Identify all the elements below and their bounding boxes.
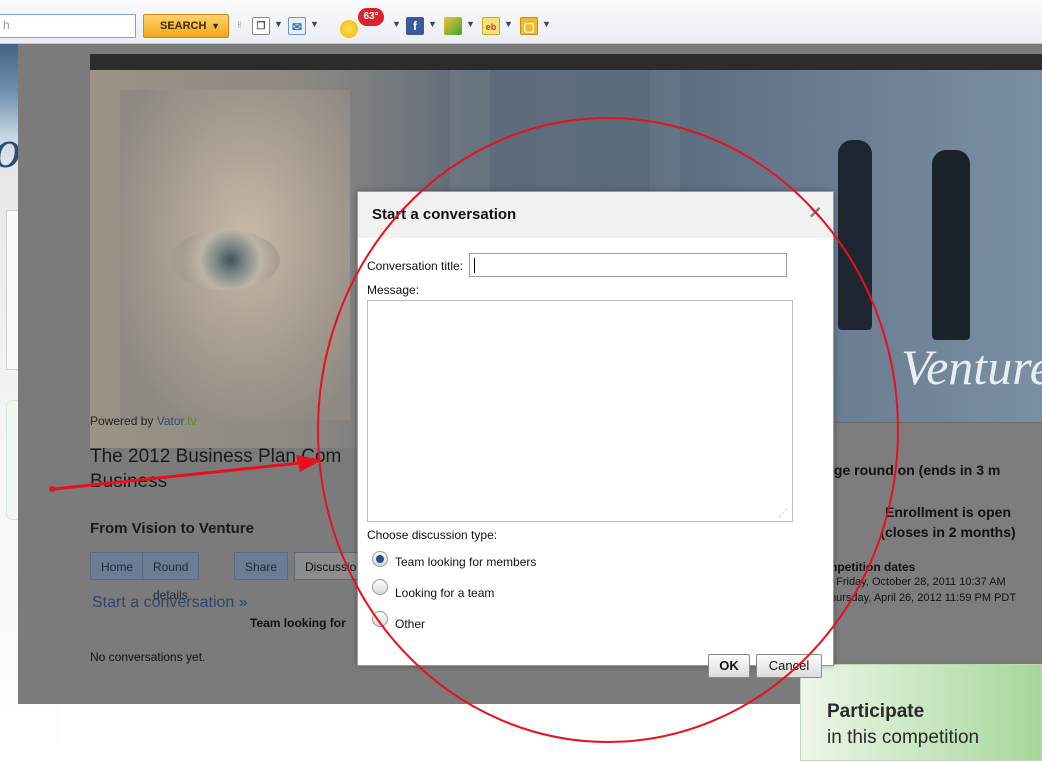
- conversation-title-input[interactable]: [469, 253, 787, 277]
- option-team-looking-for-members-label: Team looking for members: [395, 555, 537, 569]
- participate-title: Participate: [827, 701, 925, 722]
- competition-dates-heading: npetition dates: [830, 560, 916, 574]
- enrollment-status: Enrollment is open (closes in 2 months): [848, 502, 1042, 542]
- competition-end-date: hursday, April 26, 2012 11:59 PM PDT: [830, 592, 1017, 604]
- chevron-down-icon[interactable]: ▼: [504, 19, 513, 29]
- hero-person-image: [838, 140, 872, 330]
- page-copy-icon[interactable]: ❐: [252, 17, 270, 35]
- chevron-down-icon[interactable]: ▼: [392, 19, 401, 29]
- toolbar-search-button[interactable]: SEARCH ▼: [143, 14, 229, 38]
- radio-other[interactable]: [372, 611, 388, 627]
- start-conversation-link[interactable]: Start a conversation »: [92, 594, 248, 612]
- message-textarea[interactable]: ⋰: [367, 300, 793, 522]
- search-button-label: SEARCH: [160, 20, 207, 32]
- tab-home[interactable]: Home: [90, 552, 145, 580]
- page-header-bar: [90, 54, 1042, 70]
- cancel-button[interactable]: Cancel: [756, 654, 822, 678]
- vator-link[interactable]: Vator: [157, 414, 184, 428]
- chevron-down-icon[interactable]: ▼: [466, 19, 475, 29]
- text-cursor: [474, 258, 475, 273]
- competition-title-line2: Business: [90, 471, 168, 492]
- option-other-label: Other: [395, 617, 426, 631]
- chevron-down-icon[interactable]: ▼: [428, 19, 437, 29]
- hero-person-image: [932, 150, 970, 340]
- ebay-icon[interactable]: eb: [482, 17, 500, 35]
- round-status-text: lge round on (ends in 3 m: [830, 462, 1001, 478]
- mail-icon[interactable]: ✉: [288, 17, 306, 35]
- no-conversations-text: No conversations yet.: [90, 650, 206, 664]
- participate-button[interactable]: Participate in this competition: [800, 664, 1042, 761]
- chevron-down-icon[interactable]: ▼: [211, 15, 220, 37]
- browser-toolbar: h SEARCH ▼ ⫲ ❐ ▼ ✉ ▼ 63° ▼ f ▼ ▼ eb ▼ ▢ …: [0, 0, 1042, 44]
- chevron-down-icon[interactable]: ▼: [274, 19, 283, 29]
- competition-start-date: : Friday, October 28, 2011 10:37 AM: [830, 576, 1006, 588]
- chevron-down-icon[interactable]: ▼: [542, 19, 551, 29]
- tab-share[interactable]: Share: [234, 552, 289, 580]
- discussion-type-label: Choose discussion type:: [367, 528, 498, 542]
- toolbar-separator-icon: ⫲: [238, 19, 241, 29]
- start-conversation-dialog: Start a conversation × Conversation titl…: [357, 191, 834, 678]
- dialog-title: Start a conversation: [372, 206, 517, 223]
- competition-sidebar: [828, 422, 1042, 662]
- shopping-bag-icon[interactable]: ▢: [520, 17, 538, 35]
- option-looking-for-a-team-label: Looking for a team: [395, 586, 495, 600]
- competition-subtitle: From Vision to Venture: [90, 520, 254, 537]
- competition-title-line1: The 2012 Business Plan Com: [90, 446, 342, 467]
- chevron-down-icon[interactable]: ▼: [310, 19, 319, 29]
- vator-tv-suffix: .tv: [183, 414, 197, 428]
- conversation-title-label: Conversation title:: [367, 259, 464, 273]
- tab-round-details[interactable]: Round details: [142, 552, 200, 602]
- enrollment-closes-text: (closes in 2 months): [880, 524, 1016, 540]
- radio-looking-for-a-team[interactable]: [372, 579, 388, 595]
- close-icon[interactable]: ×: [809, 202, 821, 225]
- hero-eye-image: [170, 230, 280, 290]
- notes-icon[interactable]: [444, 17, 462, 35]
- powered-by-label: Powered by Vator.tv: [90, 414, 197, 428]
- participate-subtitle: in this competition: [827, 727, 980, 748]
- toolbar-search-input[interactable]: h: [0, 14, 136, 38]
- enrollment-open-text: Enrollment is open: [884, 504, 1011, 520]
- dialog-header: Start a conversation ×: [358, 192, 833, 238]
- message-label: Message:: [367, 283, 420, 297]
- weather-sun-icon[interactable]: [340, 20, 358, 38]
- radio-team-looking-for-members[interactable]: [372, 551, 388, 567]
- facebook-icon[interactable]: f: [406, 17, 424, 35]
- hero-venture-text: Venture: [901, 339, 1042, 395]
- resize-grip-icon[interactable]: ⋰: [778, 508, 788, 519]
- powered-by-prefix: Powered by: [90, 414, 157, 428]
- weather-temperature-badge: 63°: [358, 8, 384, 26]
- competition-title: The 2012 Business Plan Com Business: [90, 444, 370, 494]
- ok-button[interactable]: OK: [708, 654, 750, 678]
- team-looking-for-heading: Team looking for: [250, 616, 346, 630]
